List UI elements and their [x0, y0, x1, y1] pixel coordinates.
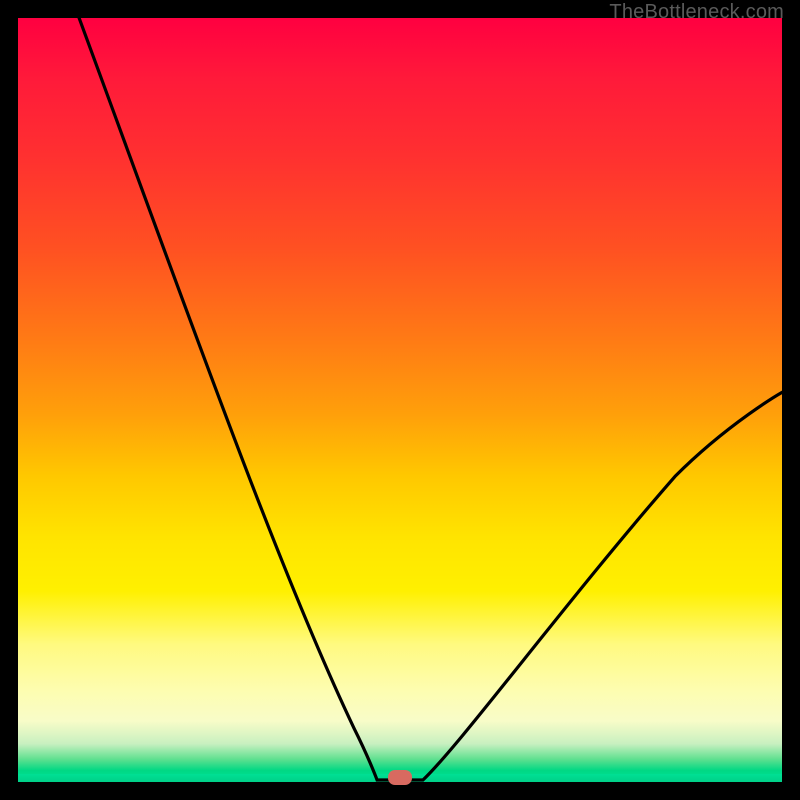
bottleneck-chart: TheBottleneck.com — [0, 0, 800, 800]
green-baseline — [18, 774, 782, 782]
gradient-background — [18, 18, 782, 782]
watermark-text: TheBottleneck.com — [609, 1, 784, 24]
